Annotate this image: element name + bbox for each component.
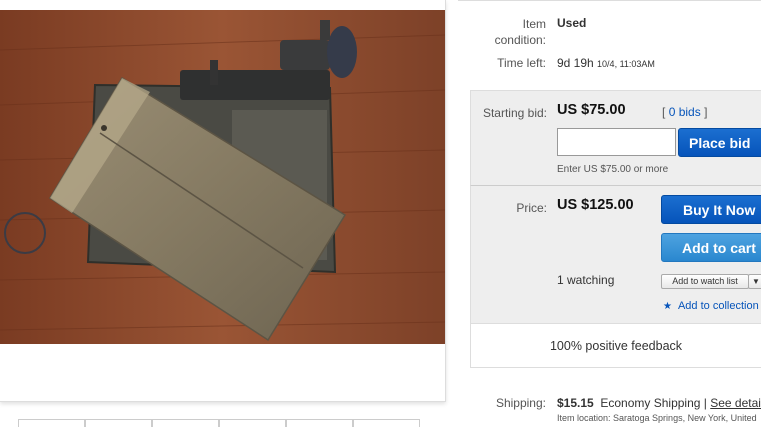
- product-photo-drawing: [0, 10, 445, 344]
- starting-bid-value: US $75.00: [557, 102, 626, 118]
- thumbnail[interactable]: [353, 419, 420, 427]
- thumbnail[interactable]: [18, 419, 85, 427]
- bids-bracket-close: ]: [704, 105, 708, 119]
- watch-list-dropdown[interactable]: ▼: [748, 274, 761, 289]
- bids-count: [ 0 bids ]: [662, 105, 707, 119]
- star-icon: ★: [663, 301, 672, 312]
- thumbnail[interactable]: [219, 419, 286, 427]
- bid-section: Starting bid: US $75.00 [ 0 bids ] Place…: [470, 90, 761, 186]
- product-photo[interactable]: [0, 10, 445, 344]
- chevron-down-icon: ▼: [752, 277, 760, 286]
- place-bid-button[interactable]: Place bid: [678, 128, 761, 157]
- shipping-method: Economy Shipping: [600, 396, 701, 410]
- shipping-cost: $15.15: [557, 396, 594, 410]
- time-left-value: 9d 19h 10/4, 11:03AM: [557, 56, 655, 70]
- bids-link[interactable]: 0 bids: [669, 105, 701, 119]
- condition-label: Item condition:: [494, 17, 546, 47]
- bids-bracket-open: [: [662, 105, 666, 119]
- time-left-end: 10/4, 11:03AM: [597, 59, 655, 69]
- thumbnail-strip: [18, 419, 420, 427]
- price-label: Price:: [516, 201, 547, 215]
- see-details-link[interactable]: See details: [710, 396, 761, 410]
- thumbnail[interactable]: [152, 419, 219, 427]
- image-viewer: [0, 0, 446, 402]
- shipping-label: Shipping:: [495, 396, 546, 410]
- seller-feedback: 100% positive feedback: [470, 324, 761, 368]
- shipping-separator: |: [703, 396, 707, 410]
- time-left-label: Time left:: [497, 56, 546, 70]
- bid-amount-input[interactable]: [557, 128, 676, 156]
- time-left-duration: 9d 19h: [557, 56, 594, 70]
- buy-section: Price: US $125.00 Buy It Now Add to cart…: [470, 185, 761, 324]
- shipping-value: $15.15 Economy Shipping | See details: [557, 396, 761, 410]
- watching-count: 1 watching: [557, 273, 615, 287]
- add-to-collection-label: Add to collection: [677, 300, 759, 312]
- buy-it-now-button[interactable]: Buy It Now: [661, 195, 761, 224]
- bid-hint: Enter US $75.00 or more: [557, 164, 669, 175]
- price-value: US $125.00: [557, 197, 634, 213]
- add-to-collection-link[interactable]: ★ Add to collection: [663, 300, 759, 312]
- item-location: Item location: Saratoga Springs, New Yor…: [557, 413, 757, 423]
- thumbnail[interactable]: [85, 419, 152, 427]
- condition-value: Used: [557, 16, 587, 30]
- add-to-watch-list-button[interactable]: Add to watch list: [661, 274, 749, 289]
- starting-bid-label: Starting bid:: [482, 106, 547, 120]
- thumbnail[interactable]: [286, 419, 353, 427]
- add-to-cart-button[interactable]: Add to cart: [661, 233, 761, 262]
- item-details-panel: Item condition: Used Time left: 9d 19h 1…: [458, 0, 761, 427]
